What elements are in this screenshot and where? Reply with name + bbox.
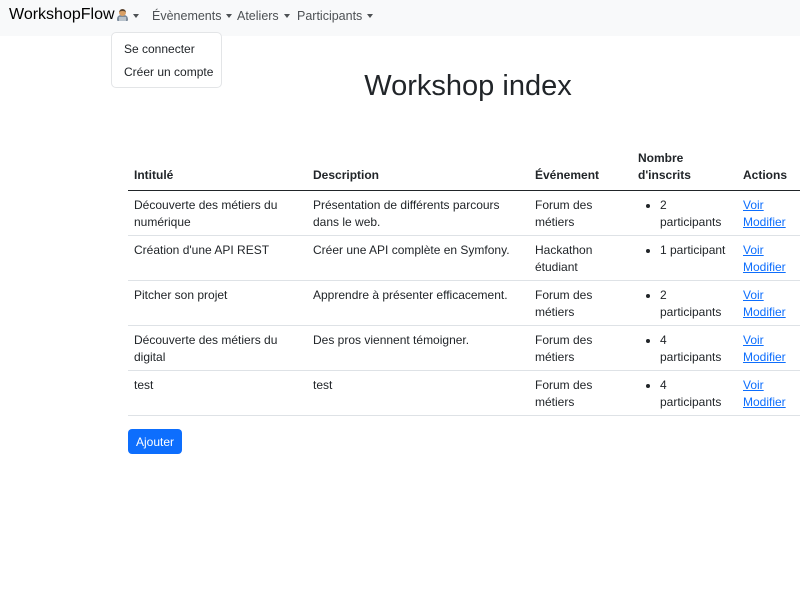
participants-list: 1 participant: [638, 242, 731, 259]
modifier-link[interactable]: Modifier: [743, 349, 794, 366]
participants-count: 4 participants: [660, 377, 731, 411]
page-title: Workshop index: [364, 70, 572, 102]
voir-link[interactable]: Voir: [743, 287, 794, 304]
cell-evenement: Forum des métiers: [529, 190, 632, 236]
cell-description: Des pros viennent témoigner.: [307, 325, 529, 371]
cell-intitule: test: [128, 370, 307, 416]
cell-actions: Voir Modifier: [737, 280, 800, 326]
voir-link[interactable]: Voir: [743, 242, 794, 259]
participants-count: 2 participants: [660, 287, 731, 321]
participants-count: 1 participant: [660, 242, 731, 259]
voir-link[interactable]: Voir: [743, 332, 794, 349]
cell-actions: Voir Modifier: [737, 235, 800, 281]
column-header-description: Description: [307, 147, 529, 191]
table-row: Création d'une API REST Créer une API co…: [128, 235, 800, 281]
participants-count: 2 participants: [660, 197, 731, 231]
participants-list: 2 participants: [638, 197, 731, 231]
cell-description: Apprendre à présenter efficacement.: [307, 280, 529, 326]
cell-inscrits: 4 participants: [632, 370, 737, 416]
participants-list: 2 participants: [638, 287, 731, 321]
participants-list: 4 participants: [638, 377, 731, 411]
cell-evenement: Forum des métiers: [529, 370, 632, 416]
cell-evenement: Forum des métiers: [529, 280, 632, 326]
caret-down-icon: [367, 14, 374, 18]
table-header-row: Intitulé Description Événement Nombre d'…: [128, 147, 800, 191]
cell-inscrits: 2 participants: [632, 280, 737, 326]
cell-intitule: Pitcher son projet: [128, 280, 307, 326]
cell-inscrits: 4 participants: [632, 325, 737, 371]
nav-item-label: Ateliers: [237, 9, 279, 23]
nav-item-label: Évènements: [152, 9, 222, 23]
dropdown-item-se-connecter[interactable]: Se connecter: [124, 42, 195, 56]
add-workshop-button[interactable]: Ajouter: [128, 429, 182, 454]
column-header-evenement: Événement: [529, 147, 632, 191]
modifier-link[interactable]: Modifier: [743, 394, 794, 411]
cell-intitule: Découverte des métiers du digital: [128, 325, 307, 371]
cell-description: Présentation de différents parcours dans…: [307, 190, 529, 236]
table-row: test test Forum des métiers 4 participan…: [128, 370, 800, 416]
voir-link[interactable]: Voir: [743, 197, 794, 214]
technologist-emoji-icon: [117, 9, 128, 21]
modifier-link[interactable]: Modifier: [743, 214, 794, 231]
cell-inscrits: 2 participants: [632, 190, 737, 236]
workshop-table: Intitulé Description Événement Nombre d'…: [128, 147, 800, 416]
cell-description: Créer une API complète en Symfony.: [307, 235, 529, 281]
caret-down-icon: [133, 14, 139, 18]
voir-link[interactable]: Voir: [743, 377, 794, 394]
cell-evenement: Hackathon étudiant: [529, 235, 632, 281]
navbar: WorkshopFlow Évènements Ateliers Partici…: [0, 0, 800, 36]
nav-item-label: Participants: [297, 9, 363, 23]
cell-description: test: [307, 370, 529, 416]
caret-down-icon: [283, 14, 290, 18]
participants-count: 4 participants: [660, 332, 731, 366]
nav-item-evenements[interactable]: Évènements: [152, 9, 233, 23]
nav-item-participants[interactable]: Participants: [297, 9, 374, 23]
participants-list: 4 participants: [638, 332, 731, 366]
cell-actions: Voir Modifier: [737, 325, 800, 371]
modifier-link[interactable]: Modifier: [743, 304, 794, 321]
cell-inscrits: 1 participant: [632, 235, 737, 281]
nav-item-ateliers[interactable]: Ateliers: [237, 9, 290, 23]
table-row: Découverte des métiers du digital Des pr…: [128, 325, 800, 371]
column-header-inscrits: Nombre d'inscrits: [632, 147, 737, 191]
column-header-intitule: Intitulé: [128, 147, 307, 191]
modifier-link[interactable]: Modifier: [743, 259, 794, 276]
cell-intitule: Découverte des métiers du numérique: [128, 190, 307, 236]
cell-evenement: Forum des métiers: [529, 325, 632, 371]
table-row: Pitcher son projet Apprendre à présenter…: [128, 280, 800, 326]
caret-down-icon: [226, 14, 233, 18]
user-menu-toggle[interactable]: [117, 9, 139, 23]
navbar-brand[interactable]: WorkshopFlow: [9, 6, 115, 24]
cell-actions: Voir Modifier: [737, 190, 800, 236]
cell-intitule: Création d'une API REST: [128, 235, 307, 281]
table-row: Découverte des métiers du numérique Prés…: [128, 190, 800, 236]
column-header-actions: Actions: [737, 147, 800, 191]
cell-actions: Voir Modifier: [737, 370, 800, 416]
